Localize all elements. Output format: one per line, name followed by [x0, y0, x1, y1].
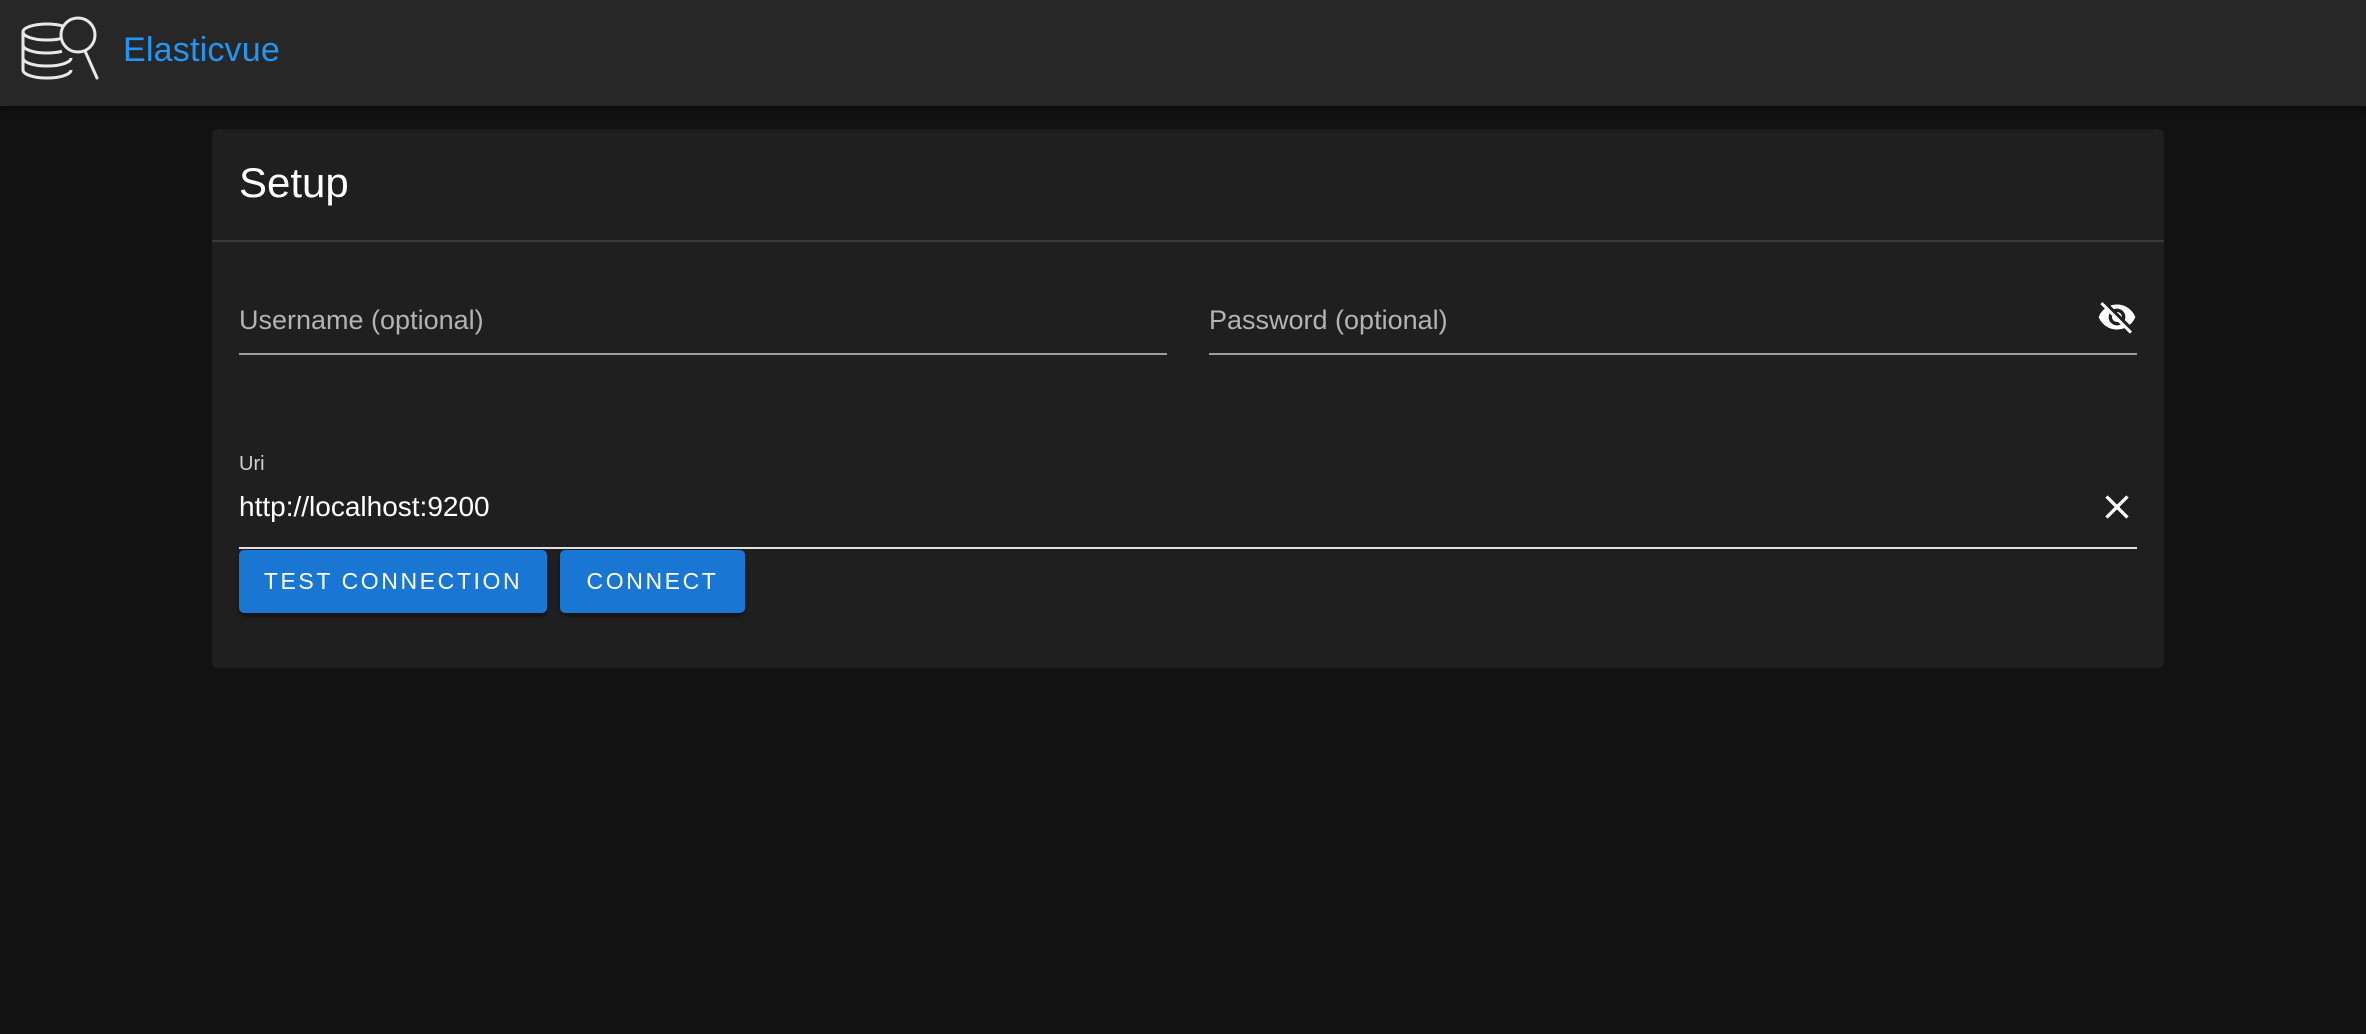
username-placeholder: Username (optional)	[239, 305, 484, 335]
database-search-icon[interactable]	[20, 12, 102, 92]
test-connection-button[interactable]: TEST CONNECTION	[239, 550, 547, 613]
app-title[interactable]: Elasticvue	[123, 28, 280, 72]
divider	[212, 240, 2164, 242]
uri-label: Uri	[239, 453, 265, 475]
username-field[interactable]: Username (optional)	[239, 303, 1167, 355]
connect-button[interactable]: CONNECT	[560, 550, 745, 613]
card-title: Setup	[239, 159, 349, 206]
setup-card: Setup Username (optional) Password (opti…	[212, 129, 2164, 668]
close-icon[interactable]	[2097, 487, 2137, 527]
password-placeholder: Password (optional)	[1209, 305, 1448, 335]
password-field[interactable]: Password (optional)	[1209, 302, 2137, 355]
uri-field[interactable]: Uri http://localhost:9200	[239, 447, 2137, 549]
eye-off-icon[interactable]	[2097, 297, 2137, 337]
app-bar: Elasticvue	[0, 0, 2366, 106]
uri-input[interactable]: http://localhost:9200	[239, 489, 490, 525]
